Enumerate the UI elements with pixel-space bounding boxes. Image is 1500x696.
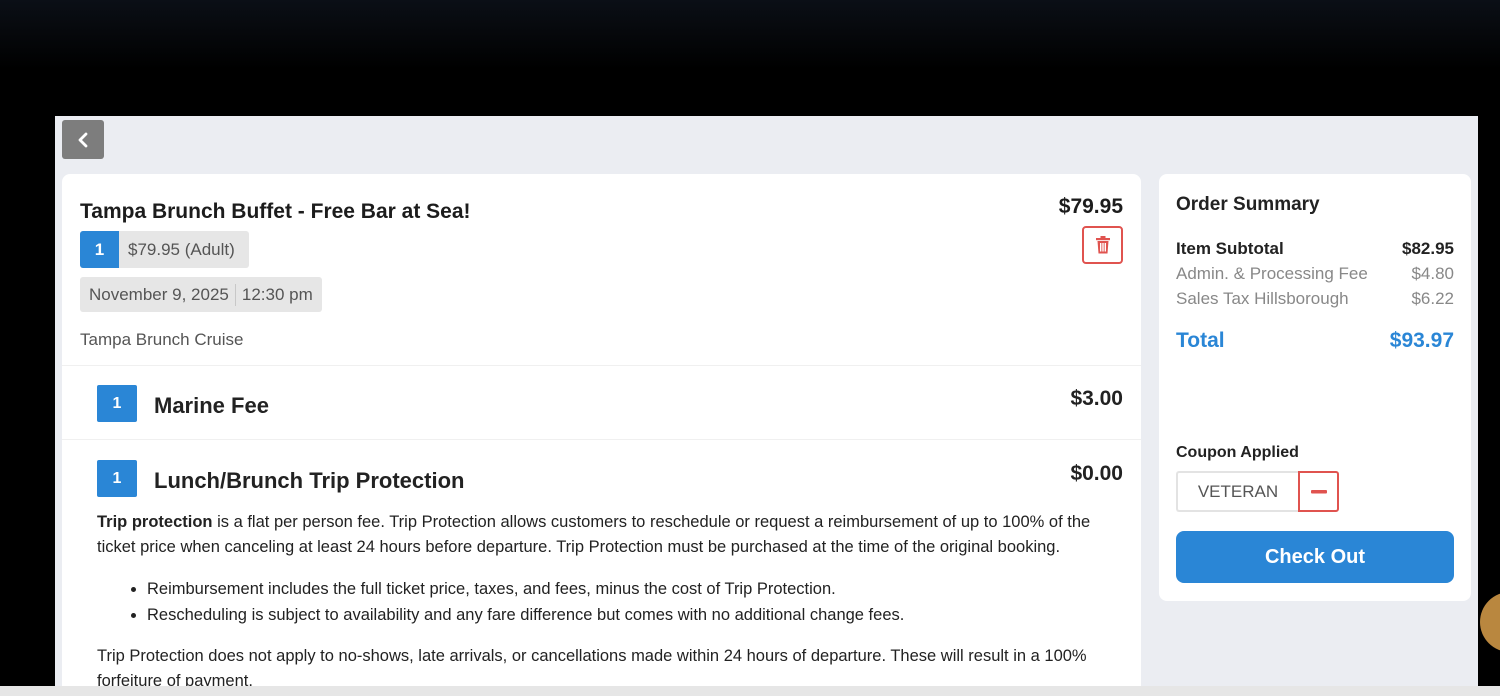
protection-bullet: Rescheduling is subject to availability … xyxy=(147,602,1127,628)
coupon-code-field: VETERAN xyxy=(1176,471,1298,512)
addon-price: $0.00 xyxy=(1070,462,1123,485)
date-time-separator xyxy=(234,283,236,306)
item-title: Tampa Brunch Buffet - Free Bar at Sea! xyxy=(80,200,471,223)
addon-row-marine-fee: 1 Marine Fee $3.00 xyxy=(97,385,1123,423)
protection-footer: Trip Protection does not apply to no-sho… xyxy=(97,647,1087,688)
total-label: Total xyxy=(1176,329,1225,352)
protection-bullet: Reimbursement includes the full ticket p… xyxy=(147,576,1127,602)
back-button[interactable] xyxy=(62,120,104,159)
order-summary-card: Order Summary Item Subtotal $82.95 Admin… xyxy=(1159,174,1471,601)
booking-time: 12:30 pm xyxy=(241,284,313,304)
checkout-button[interactable]: Check Out xyxy=(1176,531,1454,583)
subtotal-label: Item Subtotal xyxy=(1176,239,1284,258)
subtotal-row: Item Subtotal $82.95 xyxy=(1176,239,1454,259)
protection-intro-bold: Trip protection xyxy=(97,513,213,531)
subtotal-value: $82.95 xyxy=(1402,239,1454,258)
coupon-label: Coupon Applied xyxy=(1176,444,1299,461)
browser-bottom-bar xyxy=(0,686,1500,696)
date-time-chip: November 9, 2025 12:30 pm xyxy=(80,277,322,312)
protection-bullets: Reimbursement includes the full ticket p… xyxy=(147,576,1127,628)
total-row: Total $93.97 xyxy=(1176,329,1454,353)
window-top-band xyxy=(0,0,1500,116)
trash-icon xyxy=(1095,236,1110,254)
protection-intro-text: is a flat per person fee. Trip Protectio… xyxy=(97,513,1091,556)
fee-label: Admin. & Processing Fee xyxy=(1176,264,1368,283)
delete-item-button[interactable] xyxy=(1082,226,1123,264)
protection-intro: Trip protection is a flat per person fee… xyxy=(97,510,1127,560)
addon-price: $3.00 xyxy=(1070,387,1123,410)
addon-name: Lunch/Brunch Trip Protection xyxy=(154,468,465,493)
trip-protection-description: Trip protection is a flat per person fee… xyxy=(97,510,1127,688)
tax-label: Sales Tax Hillsborough xyxy=(1176,289,1349,308)
chevron-left-icon xyxy=(78,132,88,147)
divider xyxy=(62,365,1141,366)
floating-help-button[interactable] xyxy=(1480,592,1500,652)
ticket-quantity: 1 xyxy=(80,231,119,268)
cart-item-card: Tampa Brunch Buffet - Free Bar at Sea! $… xyxy=(62,174,1141,688)
tax-value: $6.22 xyxy=(1411,289,1454,308)
divider xyxy=(62,439,1141,440)
addon-name: Marine Fee xyxy=(154,393,269,418)
addon-quantity: 1 xyxy=(97,385,137,422)
addon-quantity: 1 xyxy=(97,460,137,497)
fee-row: Admin. & Processing Fee $4.80 xyxy=(1176,264,1454,284)
booking-date: November 9, 2025 xyxy=(89,284,229,304)
fee-value: $4.80 xyxy=(1411,264,1454,283)
order-summary-title: Order Summary xyxy=(1176,194,1320,215)
addon-row-trip-protection: 1 Lunch/Brunch Trip Protection $0.00 xyxy=(97,460,1123,498)
remove-coupon-button[interactable] xyxy=(1298,471,1339,512)
ticket-type-label: $79.95 (Adult) xyxy=(128,239,235,259)
minus-icon xyxy=(1310,489,1327,493)
total-value: $93.97 xyxy=(1389,329,1454,352)
ticket-quantity-chip: 1 $79.95 (Adult) xyxy=(80,231,249,268)
tax-row: Sales Tax Hillsborough $6.22 xyxy=(1176,289,1454,309)
venue-name: Tampa Brunch Cruise xyxy=(80,330,244,349)
cart-page: Tampa Brunch Buffet - Free Bar at Sea! $… xyxy=(55,116,1478,688)
item-price: $79.95 xyxy=(1058,195,1123,218)
